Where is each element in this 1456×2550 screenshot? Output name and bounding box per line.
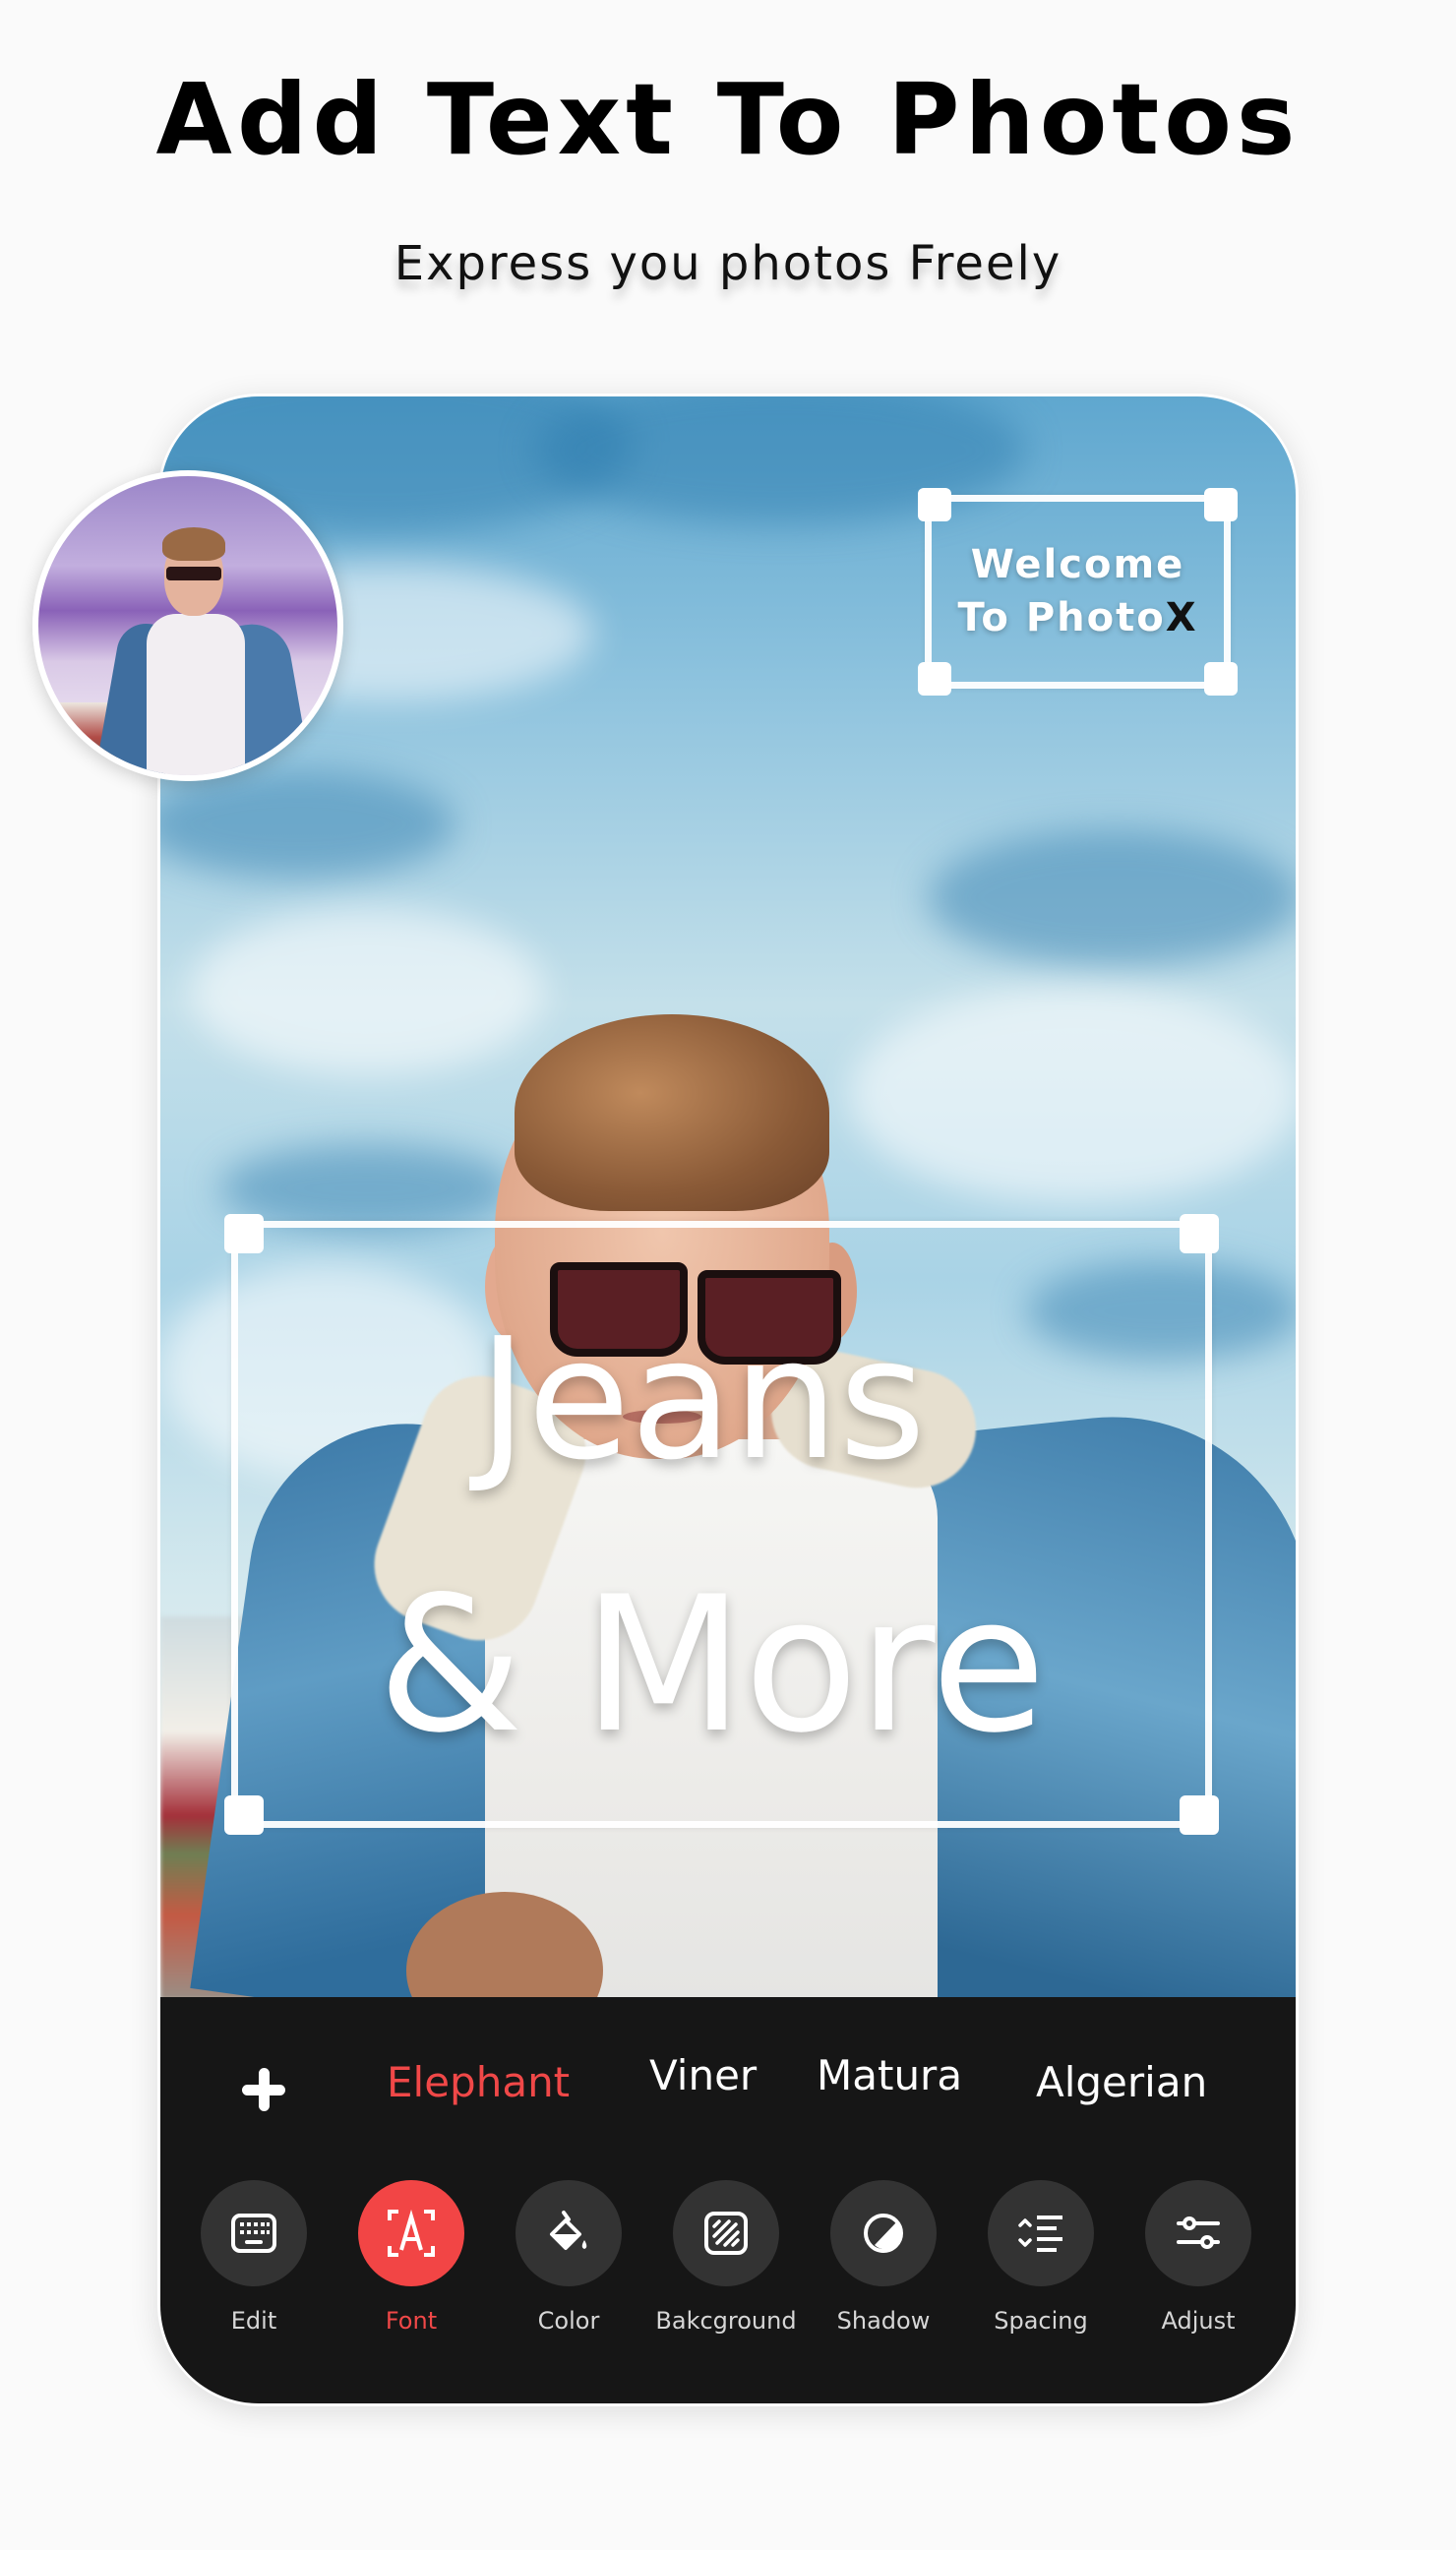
welcome-line-2-accent: X (1165, 595, 1198, 640)
sky-cloud (928, 829, 1296, 967)
tool-spacing-label: Spacing (994, 2307, 1088, 2335)
add-font-button[interactable] (239, 2066, 288, 2115)
tool-background-label: Bakcground (655, 2307, 797, 2335)
tool-background-circle (673, 2180, 779, 2286)
font-tab-viner[interactable]: Viner (649, 2051, 757, 2100)
tool-font-circle (358, 2180, 464, 2286)
tool-font-label: Font (385, 2307, 438, 2335)
tool-adjust-circle (1145, 2180, 1251, 2286)
tool-shadow[interactable]: Shadow (815, 2180, 952, 2338)
font-tab-matura[interactable]: Matura (817, 2051, 962, 2100)
tool-spacing[interactable]: Spacing (972, 2180, 1110, 2338)
welcome-line-2: To PhotoX (932, 592, 1224, 643)
tool-edit-label: Edit (230, 2307, 277, 2335)
thumbnail-sunglasses (166, 567, 221, 580)
tool-shadow-circle (830, 2180, 937, 2286)
resize-handle-bottom-right[interactable] (1204, 662, 1238, 696)
tool-color-label: Color (537, 2307, 600, 2335)
thumbnail-hair (162, 527, 225, 561)
sliders-icon (1177, 2216, 1220, 2249)
resize-handle-top-left[interactable] (224, 1214, 264, 1253)
sky-cloud (160, 770, 455, 879)
tool-spacing-circle (988, 2180, 1094, 2286)
spacing-icon (1018, 2216, 1062, 2252)
hair (515, 1014, 829, 1211)
font-icon (388, 2209, 435, 2257)
resize-handle-bottom-left[interactable] (918, 662, 951, 696)
welcome-text-box[interactable]: Welcome To PhotoX (918, 488, 1238, 696)
tool-color[interactable]: Color (500, 2180, 637, 2338)
background-texture-icon (704, 2212, 748, 2255)
welcome-line-2-text: To Photo (957, 595, 1166, 640)
tool-font[interactable]: Font (342, 2180, 480, 2338)
tool-shadow-label: Shadow (836, 2307, 931, 2335)
page-subtitle: Express you photos Freely (394, 236, 1062, 291)
keyboard-icon (231, 2214, 276, 2253)
font-tab-algerian[interactable]: Algerian (1036, 2058, 1207, 2107)
resize-handle-bottom-right[interactable] (1180, 1795, 1219, 1835)
tool-color-circle (516, 2180, 622, 2286)
tool-edit-circle (201, 2180, 307, 2286)
main-text-line-1: Jeans (477, 1303, 927, 1497)
resize-handle-top-right[interactable] (1204, 488, 1238, 521)
main-text-line-2: & More (377, 1556, 1047, 1774)
original-photo-thumbnail[interactable] (32, 470, 343, 781)
resize-handle-top-right[interactable] (1180, 1214, 1219, 1253)
resize-handle-bottom-left[interactable] (224, 1795, 264, 1835)
thumbnail-shirt (147, 614, 245, 775)
tool-adjust[interactable]: Adjust (1129, 2180, 1267, 2338)
shadow-icon (864, 2214, 903, 2253)
tool-edit[interactable]: Edit (185, 2180, 323, 2338)
sky-cloud (190, 908, 544, 1075)
main-text-box[interactable]: Jeans & More (224, 1214, 1219, 1835)
welcome-line-1: Welcome (970, 542, 1185, 587)
sky-cloud (219, 1144, 515, 1233)
resize-handle-top-left[interactable] (918, 488, 951, 521)
paint-bucket-icon (550, 2211, 587, 2250)
tool-adjust-label: Adjust (1161, 2307, 1236, 2335)
editor-panel: Elephant Viner Matura Algerian Edit Font… (160, 1997, 1296, 2403)
sky-cloud (849, 987, 1296, 1203)
phone-mockup: Welcome To PhotoX Jeans & More Elephant … (157, 394, 1299, 2406)
font-tab-elephant[interactable]: Elephant (387, 2058, 570, 2107)
tool-background[interactable]: Bakcground (655, 2180, 797, 2338)
page-title: Add Text To Photos (155, 62, 1301, 177)
